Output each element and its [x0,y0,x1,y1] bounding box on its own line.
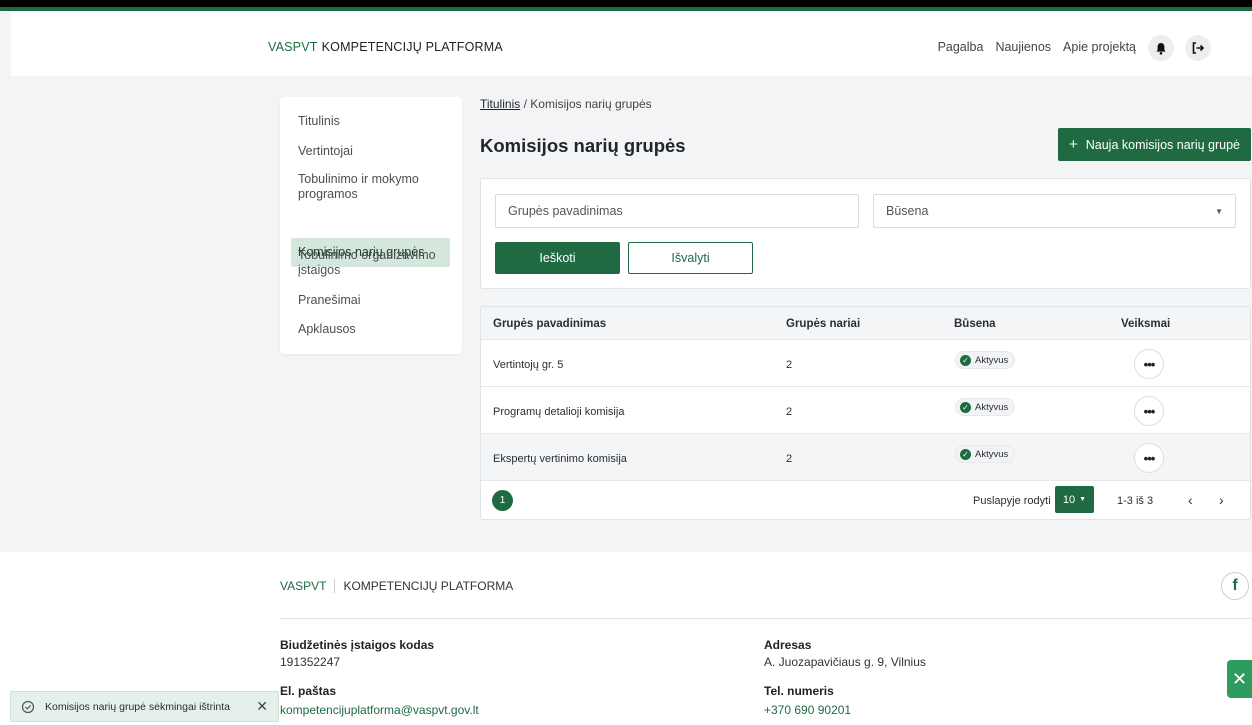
close-icon: ✕ [1231,668,1248,689]
close-panel-button[interactable]: ✕ [1227,660,1252,698]
sidebar-item-titulinis[interactable]: Titulinis [280,114,462,129]
footer-code-value: 191352247 [280,655,341,669]
footer-brand[interactable]: VASPVT KOMPETENCIJŲ PLATFORMA [280,579,513,593]
page-range: 1-3 iš 3 [1117,495,1154,507]
status-badge: ✓ Aktyvus [955,445,1016,463]
header: VASPVT KOMPETENCIJŲ PLATFORMA Pagalba Nau… [11,11,1252,76]
check-circle-icon: ✓ [960,448,971,460]
status-text: Aktyvus [975,448,1009,460]
groups-table: Grupės pavadinimas Grupės nariai Būsena … [480,306,1251,520]
breadcrumb: Titulinis / Komisijos narių grupės [480,97,652,111]
row-actions-button[interactable]: ••• [1134,396,1164,426]
row-name[interactable]: Ekspertų vertinimo komisija [493,453,627,465]
sidebar-item-apklausos[interactable]: Apklausos [280,322,462,337]
footer-address-value: A. Juozapavičiaus g. 9, Vilnius [764,655,926,669]
footer-brand-long: KOMPETENCIJŲ PLATFORMA [343,579,514,593]
check-circle-icon: ✓ [960,354,971,366]
table-row: Vertintojų gr. 5 2 ✓ Aktyvus ••• [481,340,1250,387]
logout-button[interactable] [1185,35,1211,61]
success-toast: Komisijos narių grupė sėkmingai ištrinta… [10,691,279,722]
check-circle-icon [21,700,35,713]
new-group-button[interactable]: + Nauja komisijos narių grupė [1058,128,1251,161]
sidebar-item-istaigos-label: Tobulinimo organizavimo įstaigos [298,248,436,277]
footer-email-link[interactable]: kompetencijuplatforma@vaspvt.gov.lt [280,703,479,717]
status-select[interactable]: Būsena ▼ [873,194,1236,228]
footer-divider [280,618,1252,619]
sidebar-item-istaigos[interactable]: Tobulinimo organizavimo įstaigos [280,248,462,278]
status-placeholder: Būsena [886,204,929,218]
sidebar-item-vertintojai[interactable]: Vertintojai [280,144,462,159]
row-name[interactable]: Vertintojų gr. 5 [493,359,563,371]
status-badge: ✓ Aktyvus [955,351,1016,369]
brand[interactable]: VASPVT KOMPETENCIJŲ PLATFORMA [268,40,503,54]
status-badge: ✓ Aktyvus [955,398,1016,416]
caret-down-icon: ▼ [1215,206,1223,216]
search-button[interactable]: Ieškoti [495,242,620,274]
next-page-button[interactable]: › [1219,492,1224,508]
toast-message: Komisijos narių grupė sėkmingai ištrinta [45,700,230,713]
new-group-button-label: Nauja komisijos narių grupė [1085,137,1240,152]
more-icon: ••• [1143,356,1156,372]
more-icon: ••• [1143,450,1156,466]
header-members: Grupės nariai [786,318,861,330]
row-actions-button[interactable]: ••• [1134,349,1164,379]
header-status: Būsena [954,318,996,330]
header-name: Grupės pavadinimas [493,318,607,330]
breadcrumb-separator: / [523,97,527,111]
per-page-label: Puslapyje rodyti [973,495,1051,507]
brand-short: VASPVT [268,40,318,54]
group-name-placeholder: Grupės pavadinimas [508,204,623,218]
table-row: Ekspertų vertinimo komisija 2 ✓ Aktyvus … [481,434,1250,481]
top-nav: Pagalba Naujienos Apie projektą [938,40,1136,54]
notifications-button[interactable] [1148,35,1174,61]
breadcrumb-home-link[interactable]: Titulinis [480,97,520,111]
more-icon: ••• [1143,403,1156,419]
status-text: Aktyvus [975,401,1009,413]
facebook-icon[interactable]: f [1221,572,1249,600]
top-accent-bar [0,0,1252,11]
table-header: Grupės pavadinimas Grupės nariai Būsena … [481,307,1250,340]
chevron-left-icon: ‹ [1188,492,1193,508]
row-members: 2 [786,406,793,418]
chevron-right-icon: › [1219,492,1224,508]
row-members: 2 [786,453,793,465]
header-actions: Veiksmai [1121,318,1171,330]
nav-pagalba[interactable]: Pagalba [938,40,984,54]
per-page-value: 10 [1062,493,1076,506]
group-name-input[interactable]: Grupės pavadinimas [495,194,859,228]
breadcrumb-current: Komisijos narių grupės [530,97,652,111]
nav-naujienos[interactable]: Naujienos [995,40,1051,54]
footer-code-label: Biudžetinės įstaigos kodas [280,638,435,652]
sidebar-item-pranesimai[interactable]: Pranešimai [280,293,462,308]
status-text: Aktyvus [975,354,1009,366]
footer-brand-short: VASPVT [280,579,336,593]
row-actions-button[interactable]: ••• [1134,443,1164,473]
nav-apie-projekta[interactable]: Apie projektą [1063,40,1136,54]
prev-page-button[interactable]: ‹ [1188,492,1193,508]
footer-phone-label: Tel. numeris [764,684,834,698]
row-name[interactable]: Programų detalioji komisija [493,406,624,418]
bell-icon [1156,42,1166,55]
toast-close-icon[interactable]: ✕ [256,698,268,715]
footer-address-label: Adresas [764,638,812,652]
per-page-select[interactable]: 10 ▼ [1055,486,1094,513]
sidebar-item-programos[interactable]: Tobulinimo ir mokymo programos [280,172,462,202]
caret-down-icon: ▼ [1079,496,1087,503]
filter-panel: Grupės pavadinimas Būsena ▼ Ieškoti Išva… [480,178,1251,289]
page-title: Komisijos narių grupės [480,135,686,156]
brand-long: KOMPETENCIJŲ PLATFORMA [321,40,503,54]
page-number-current[interactable]: 1 [492,490,513,511]
row-members: 2 [786,359,793,371]
logout-icon [1192,42,1205,54]
check-circle-icon: ✓ [960,401,971,413]
clear-button[interactable]: Išvalyti [628,242,753,274]
plus-icon: + [1068,136,1078,153]
sidebar: Titulinis Vertintojai Tobulinimo ir moky… [280,97,462,354]
footer-phone-link[interactable]: +370 690 90201 [764,703,851,717]
table-row: Programų detalioji komisija 2 ✓ Aktyvus … [481,387,1250,434]
footer-email-label: El. paštas [280,684,337,698]
